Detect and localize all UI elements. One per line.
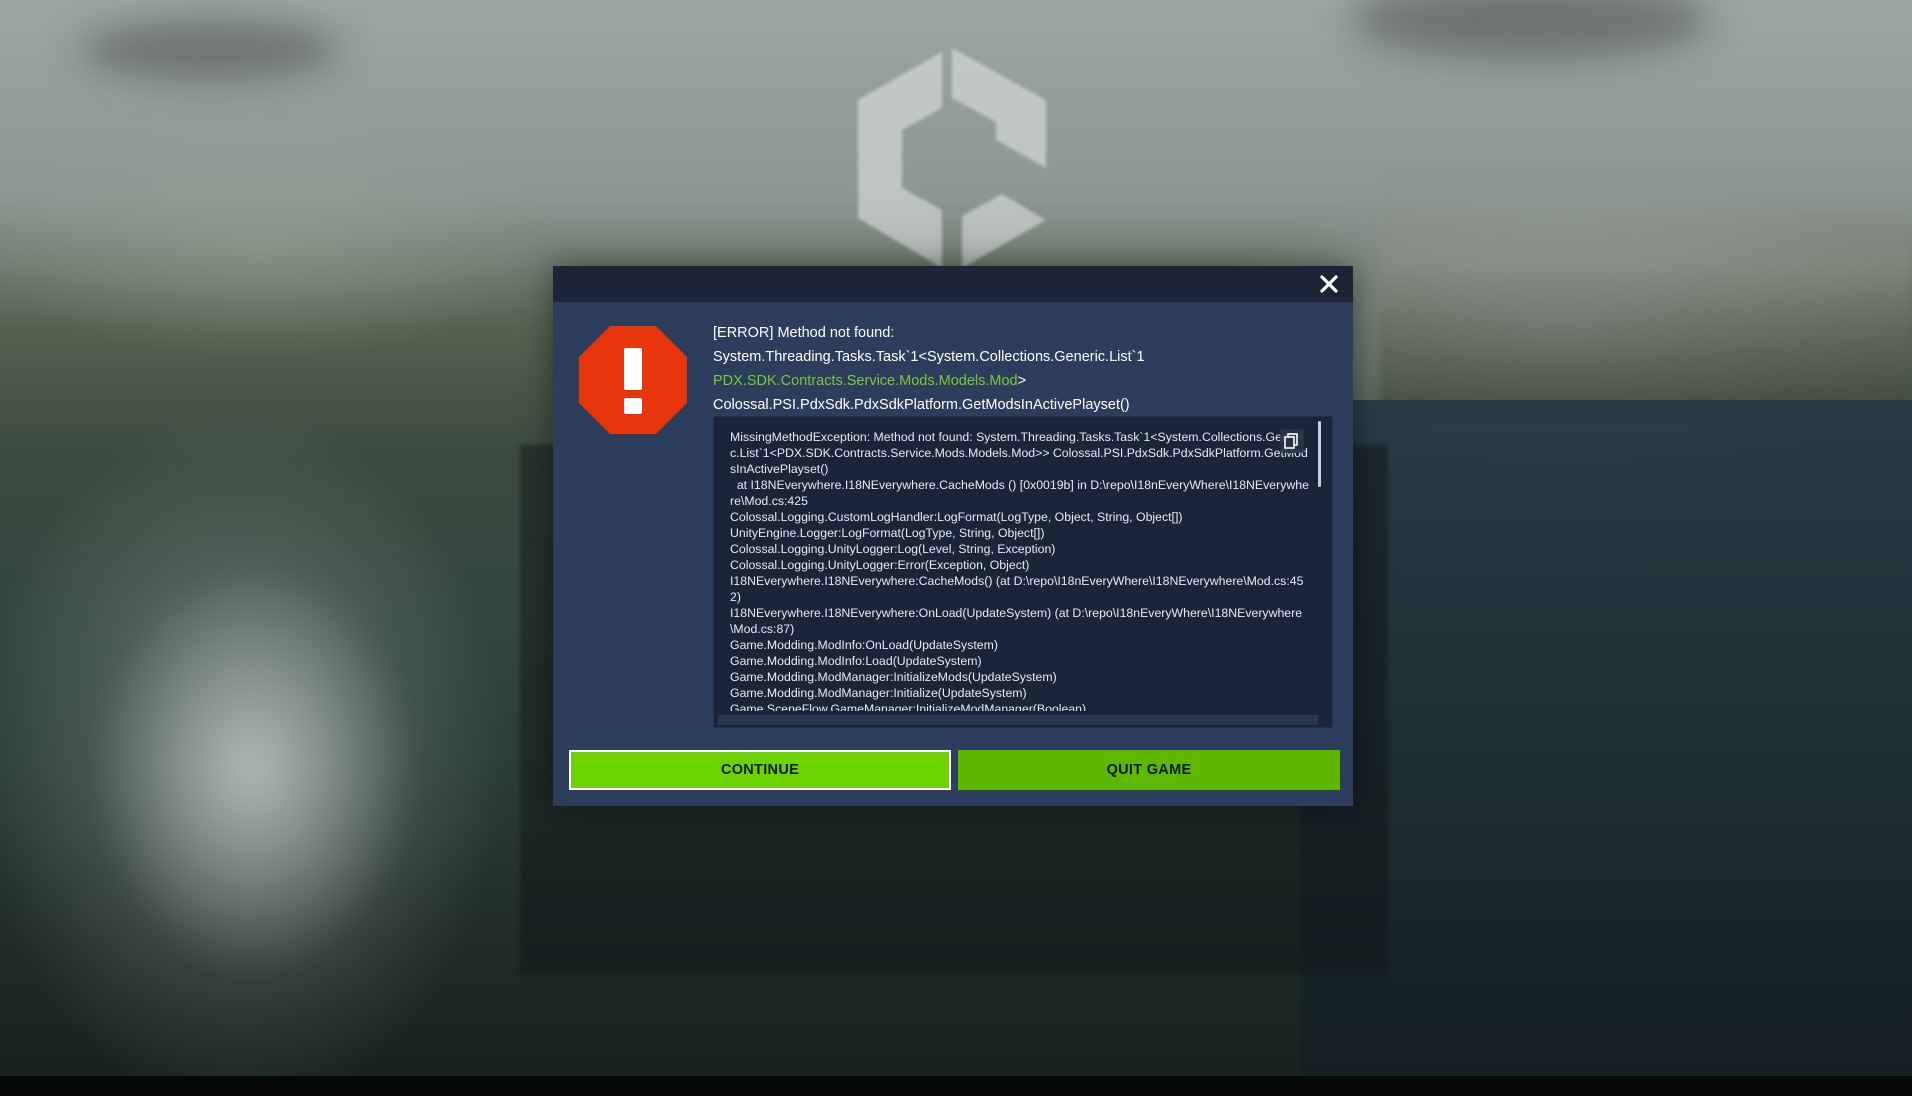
dialog-header (553, 266, 1353, 302)
quit-game-button[interactable]: QUIT GAME (958, 750, 1340, 790)
copy-button[interactable] (1280, 429, 1304, 453)
background-menu-item (540, 868, 740, 898)
close-icon[interactable] (1317, 272, 1341, 296)
bottom-bar (0, 1076, 1912, 1096)
error-title-fragment: > (1017, 373, 1027, 389)
background-water-glare (90, 560, 420, 980)
stack-trace-box[interactable]: MissingMethodException: Method not found… (713, 416, 1333, 728)
background-cloud (80, 20, 340, 80)
error-title-line: Colossal.PSI.PdxSdk.PdxSdkPlatform.GetMo… (713, 397, 1130, 413)
error-title-line: [ERROR] Method not found: (713, 325, 895, 341)
background-skyline (1380, 160, 1912, 420)
background-water (1300, 400, 1912, 1096)
vertical-scrollbar-thumb[interactable] (1318, 421, 1321, 487)
error-title-line: PDX.SDK.Contracts.Service.Mods.Models.Mo… (713, 369, 1333, 393)
continue-button[interactable]: CONTINUE (569, 750, 951, 790)
error-dialog: [ERROR] Method not found: System.Threadi… (553, 266, 1353, 806)
game-logo-icon (858, 48, 1046, 268)
horizontal-scrollbar[interactable] (718, 715, 1318, 725)
stack-trace-text: MissingMethodException: Method not found… (730, 430, 1309, 711)
error-title-line: System.Threading.Tasks.Task`1<System.Col… (713, 349, 1145, 365)
error-title-highlight: PDX.SDK.Contracts.Service.Mods.Models.Mo… (713, 373, 1018, 389)
error-title: [ERROR] Method not found: System.Threadi… (713, 321, 1333, 417)
error-octagon-icon (579, 326, 687, 434)
background-menu-item (540, 936, 740, 966)
vertical-scrollbar[interactable] (1317, 421, 1323, 713)
copy-icon (1284, 433, 1298, 449)
